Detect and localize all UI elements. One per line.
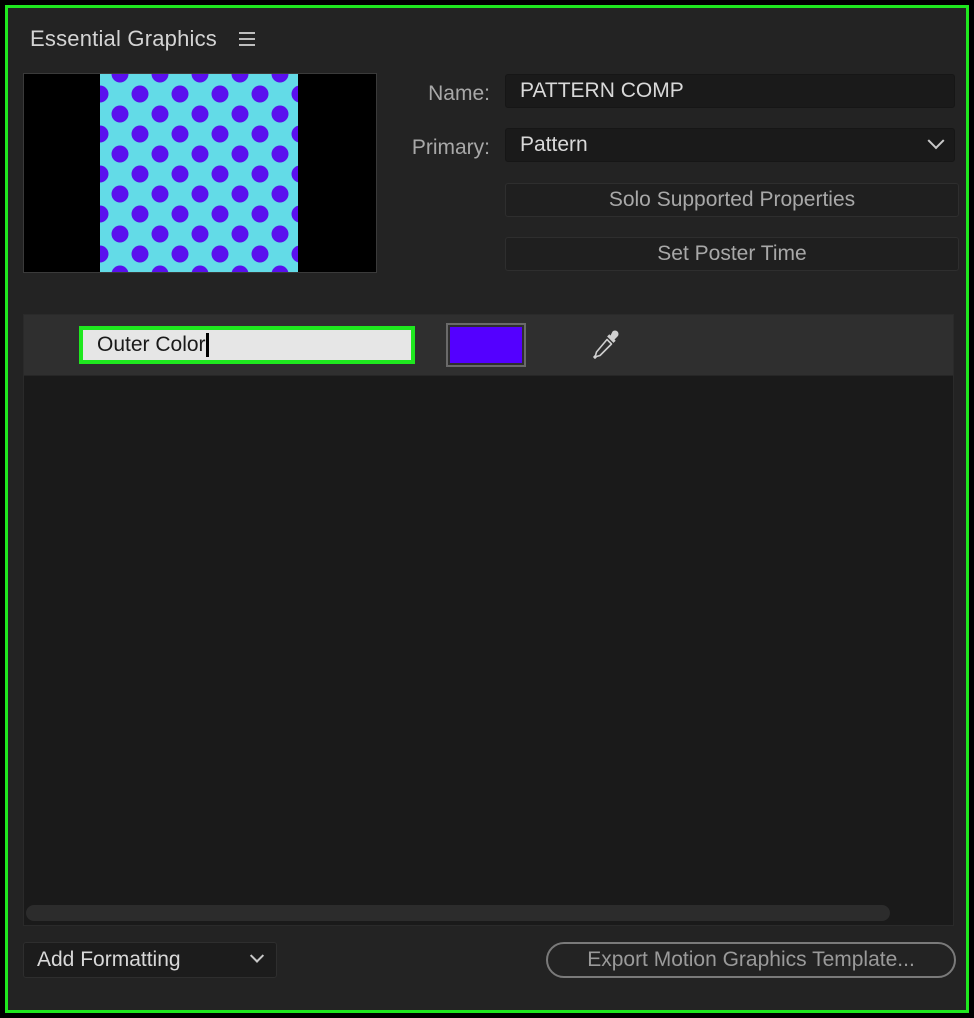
hamburger-menu-icon[interactable] bbox=[239, 32, 256, 46]
property-name-value: Outer Color bbox=[97, 333, 206, 356]
primary-dropdown[interactable]: Pattern bbox=[505, 128, 955, 162]
pattern-dot bbox=[151, 185, 169, 203]
horizontal-scrollbar[interactable] bbox=[26, 905, 890, 921]
pattern-dot bbox=[131, 205, 149, 223]
pattern-dot bbox=[211, 165, 229, 183]
text-cursor bbox=[205, 333, 209, 357]
primary-label: Primary: bbox=[411, 136, 490, 159]
primary-value: Pattern bbox=[520, 133, 588, 156]
add-formatting-label: Add Formatting bbox=[37, 948, 181, 971]
pattern-dot bbox=[211, 125, 229, 143]
pattern-dot bbox=[251, 245, 269, 263]
set-poster-time-button[interactable]: Set Poster Time bbox=[505, 237, 959, 271]
pattern-dot bbox=[171, 165, 189, 183]
pattern-dot bbox=[231, 105, 249, 123]
pattern-dot bbox=[171, 85, 189, 103]
solo-supported-properties-label: Solo Supported Properties bbox=[608, 188, 856, 211]
pattern-dot bbox=[251, 125, 269, 143]
pattern-dot bbox=[231, 225, 249, 243]
pattern-dot bbox=[231, 145, 249, 163]
pattern-dot bbox=[211, 205, 229, 223]
pattern-dot bbox=[231, 185, 249, 203]
property-row: Outer Color bbox=[24, 315, 953, 376]
pattern-dot bbox=[111, 225, 129, 243]
pattern-dot bbox=[151, 225, 169, 243]
add-formatting-dropdown[interactable]: Add Formatting bbox=[23, 942, 277, 978]
properties-list: Outer Color bbox=[23, 314, 954, 926]
color-swatch-fill bbox=[450, 327, 522, 363]
pattern-dot bbox=[191, 185, 209, 203]
preview-thumbnail bbox=[23, 73, 377, 273]
export-label: Export Motion Graphics Template... bbox=[587, 948, 915, 971]
pattern-dot bbox=[191, 225, 209, 243]
pattern-dot bbox=[251, 165, 269, 183]
pattern-dot bbox=[191, 145, 209, 163]
pattern-dot bbox=[111, 185, 129, 203]
solo-supported-properties-button[interactable]: Solo Supported Properties bbox=[505, 183, 959, 217]
chevron-down-icon bbox=[927, 132, 945, 150]
pattern-dot bbox=[251, 85, 269, 103]
eyedropper-icon[interactable] bbox=[592, 329, 622, 361]
export-motion-graphics-template-button[interactable]: Export Motion Graphics Template... bbox=[546, 942, 956, 978]
color-swatch[interactable] bbox=[446, 323, 526, 367]
pattern-dot bbox=[191, 105, 209, 123]
panel-title: Essential Graphics bbox=[30, 26, 218, 51]
pattern-dot bbox=[131, 125, 149, 143]
pattern-dot bbox=[131, 85, 149, 103]
pattern-dot bbox=[111, 105, 129, 123]
name-value: PATTERN COMP bbox=[520, 79, 684, 102]
pattern-dot bbox=[211, 85, 229, 103]
pattern-dot bbox=[271, 225, 289, 243]
pattern-dot bbox=[171, 245, 189, 263]
pattern-dot bbox=[171, 125, 189, 143]
pattern-dot bbox=[271, 145, 289, 163]
pattern-dot bbox=[131, 245, 149, 263]
property-name-input[interactable]: Outer Color bbox=[79, 326, 415, 364]
pattern-dot bbox=[131, 165, 149, 183]
pattern-dot bbox=[111, 145, 129, 163]
essential-graphics-panel: Essential Graphics Name: PATTERN COMP Pr… bbox=[5, 5, 969, 1013]
panel-header: Essential Graphics bbox=[30, 24, 256, 54]
pattern-dot bbox=[171, 205, 189, 223]
pattern-dot bbox=[151, 105, 169, 123]
pattern-dot bbox=[271, 185, 289, 203]
pattern-dot bbox=[151, 145, 169, 163]
pattern-dot bbox=[271, 105, 289, 123]
name-label: Name: bbox=[428, 82, 490, 105]
chevron-down-icon bbox=[249, 948, 265, 963]
set-poster-time-label: Set Poster Time bbox=[657, 242, 807, 265]
pattern-dot bbox=[251, 205, 269, 223]
pattern-dot bbox=[211, 245, 229, 263]
name-field[interactable]: PATTERN COMP bbox=[505, 74, 955, 108]
